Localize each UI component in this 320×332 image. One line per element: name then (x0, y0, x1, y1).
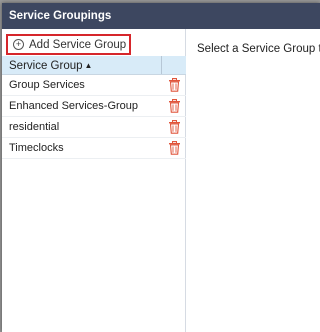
plus-circle-icon: + (13, 39, 24, 50)
row-actions (162, 99, 186, 113)
service-group-name: Group Services (9, 79, 85, 91)
trash-icon[interactable] (168, 141, 181, 155)
service-group-name: Timeclocks (9, 142, 64, 154)
column-header-actions (162, 56, 186, 74)
service-groupings-dialog: Service Groupings + Add Service Group Se… (2, 3, 320, 332)
sort-ascending-icon: ▲ (84, 61, 93, 70)
table-row[interactable]: Group Services (2, 75, 186, 96)
trash-icon[interactable] (168, 78, 181, 92)
service-group-list-pane: + Add Service Group Service Group ▲ Group… (2, 29, 186, 332)
column-header-service-group[interactable]: Service Group ▲ (2, 56, 162, 74)
trash-icon[interactable] (168, 120, 181, 134)
table-row[interactable]: Timeclocks (2, 138, 186, 159)
table-row[interactable]: residential (2, 117, 186, 138)
grid-header: Service Group ▲ (2, 56, 186, 75)
service-group-rows: Group Services Enhanced Services-Group res… (2, 75, 186, 159)
dialog-title: Service Groupings (2, 3, 320, 29)
service-group-name: Enhanced Services-Group (9, 100, 139, 112)
row-actions (162, 78, 186, 92)
column-header-label: Service Group (9, 60, 83, 72)
row-actions (162, 120, 186, 134)
details-pane: Select a Service Group to view details (187, 29, 320, 332)
service-group-name: residential (9, 121, 60, 133)
dialog-body: + Add Service Group Service Group ▲ Group… (2, 29, 320, 332)
add-service-group-label: Add Service Group (29, 38, 127, 51)
details-placeholder: Select a Service Group to view details (197, 43, 320, 55)
row-actions (162, 141, 186, 155)
table-row[interactable]: Enhanced Services-Group (2, 96, 186, 117)
trash-icon[interactable] (168, 99, 181, 113)
add-service-group-button[interactable]: + Add Service Group (6, 34, 131, 55)
